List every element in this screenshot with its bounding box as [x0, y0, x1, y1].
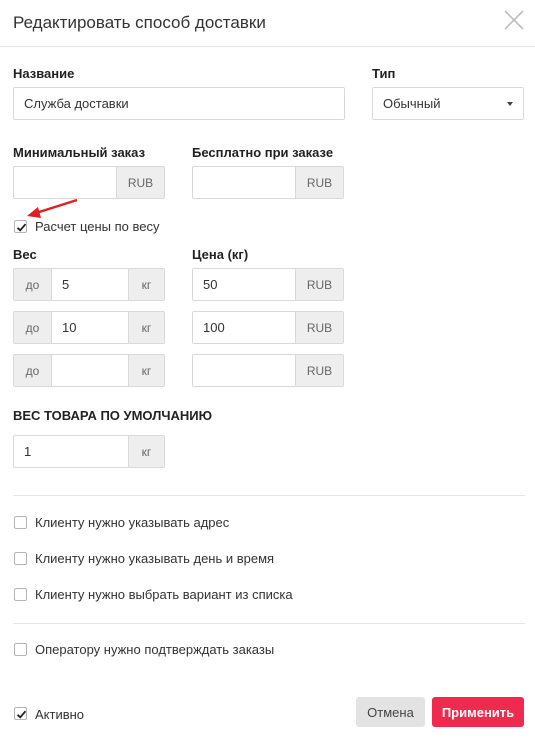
default-weight-label: ВЕС ТОВАРА ПО УМОЛЧАНИЮ: [13, 408, 212, 423]
min-order-label: Минимальный заказ: [13, 145, 146, 160]
weight-row-3-input[interactable]: [52, 355, 128, 386]
price-row-2-currency: RUB: [295, 312, 343, 343]
weight-row-2-prefix: до: [14, 312, 52, 343]
weight-row-1-group: до 5 кг: [13, 268, 165, 301]
active-checkbox[interactable]: [14, 707, 27, 720]
min-order-group: RUB: [13, 166, 165, 199]
weight-row-1-unit: кг: [128, 269, 164, 300]
min-order-input[interactable]: [14, 167, 116, 198]
datetime-checkbox-label: Клиенту нужно указывать день и время: [35, 551, 275, 566]
variant-checkbox-label: Клиенту нужно выбрать вариант из списка: [35, 587, 293, 602]
type-select[interactable]: Обычный: [372, 87, 524, 120]
weight-pricing-label: Расчет цены по весу: [35, 219, 160, 234]
price-row-1-input[interactable]: 50: [193, 269, 295, 300]
price-row-3-input[interactable]: [193, 355, 295, 386]
address-checkbox[interactable]: [14, 516, 27, 529]
min-order-currency: RUB: [116, 167, 164, 198]
variant-checkbox[interactable]: [14, 588, 27, 601]
weight-row-1-prefix: до: [14, 269, 52, 300]
weight-row-3-group: до кг: [13, 354, 165, 387]
weight-row-1-input[interactable]: 5: [52, 269, 128, 300]
name-input-value: Служба доставки: [24, 96, 129, 111]
name-label: Название: [13, 66, 75, 81]
price-row-1-group: 50 RUB: [192, 268, 344, 301]
chevron-down-icon: [507, 102, 513, 106]
price-row-2-input[interactable]: 100: [193, 312, 295, 343]
free-order-input[interactable]: [193, 167, 295, 198]
weight-row-3-prefix: до: [14, 355, 52, 386]
checkmark-icon: [16, 710, 27, 719]
apply-button[interactable]: Применить: [432, 697, 524, 727]
weight-row-2-unit: кг: [128, 312, 164, 343]
section-divider: [13, 495, 525, 496]
datetime-checkbox[interactable]: [14, 552, 27, 565]
close-icon[interactable]: [502, 8, 526, 32]
price-row-1-currency: RUB: [295, 269, 343, 300]
free-order-label: Бесплатно при заказе: [192, 145, 334, 160]
active-label: Активно: [35, 707, 85, 722]
checkmark-icon: [16, 223, 27, 232]
weight-row-2-group: до 10 кг: [13, 311, 165, 344]
address-checkbox-label: Клиенту нужно указывать адрес: [35, 515, 230, 530]
dialog-title: Редактировать способ доставки: [13, 13, 266, 32]
free-order-group: RUB: [192, 166, 344, 199]
annotation-arrow-icon: [27, 198, 78, 218]
default-weight-unit: кг: [128, 436, 164, 467]
name-input[interactable]: Служба доставки: [13, 87, 345, 120]
free-order-currency: RUB: [295, 167, 343, 198]
default-weight-input[interactable]: 1: [14, 436, 128, 467]
price-row-3-group: RUB: [192, 354, 344, 387]
default-weight-group: 1 кг: [13, 435, 165, 468]
weight-label: Вес: [13, 247, 37, 262]
weight-pricing-checkbox[interactable]: [14, 220, 27, 233]
cancel-button[interactable]: Отмена: [356, 697, 425, 727]
header-divider: [0, 46, 535, 47]
weight-row-3-unit: кг: [128, 355, 164, 386]
weight-row-2-input[interactable]: 10: [52, 312, 128, 343]
type-label: Тип: [372, 66, 396, 81]
type-select-value: Обычный: [383, 96, 441, 111]
section-divider: [13, 623, 525, 624]
price-label: Цена (кг): [192, 247, 249, 262]
operator-checkbox-label: Оператору нужно подтверждать заказы: [35, 642, 275, 657]
price-row-2-group: 100 RUB: [192, 311, 344, 344]
price-row-3-currency: RUB: [295, 355, 343, 386]
operator-checkbox[interactable]: [14, 643, 27, 656]
